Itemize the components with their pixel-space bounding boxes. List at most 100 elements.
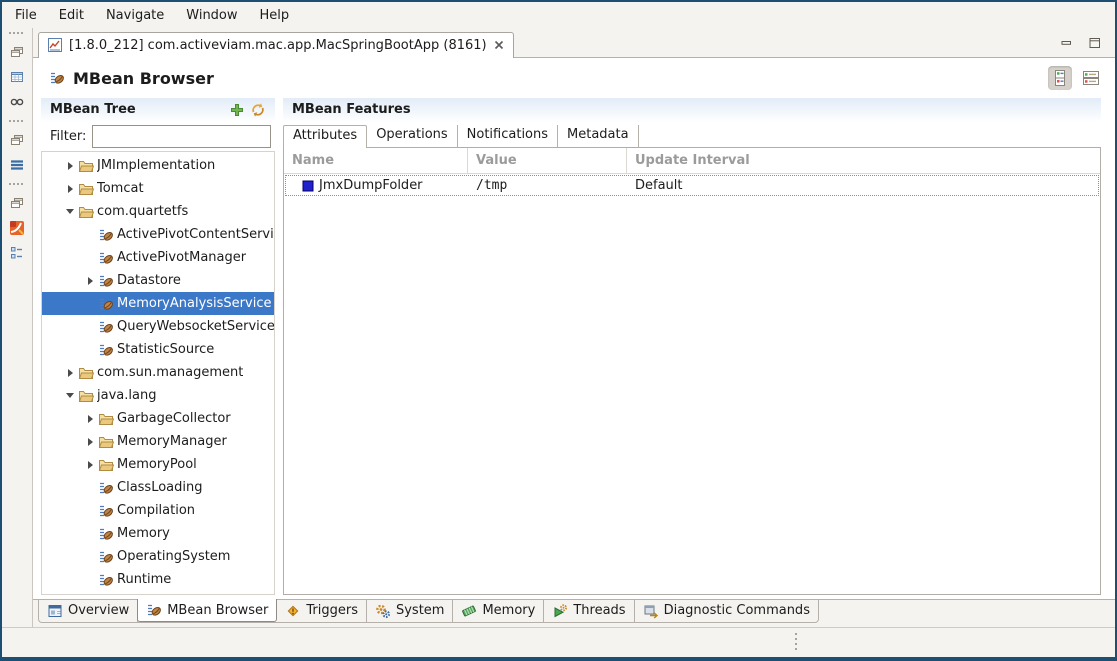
restore-view-icon[interactable] bbox=[9, 132, 25, 148]
grip-handle[interactable] bbox=[9, 183, 25, 185]
tree-item-memoryanalysisservice[interactable]: MemoryAnalysisService bbox=[42, 292, 274, 315]
menu-item-file[interactable]: File bbox=[4, 5, 48, 26]
jvm-browser-icon[interactable] bbox=[9, 220, 25, 236]
mbean-tree-panel: MBean Tree Filter: JMImplementationTomca… bbox=[41, 98, 275, 595]
horizontal-layout-button[interactable] bbox=[1079, 66, 1103, 90]
tree-expanded-arrow-icon[interactable] bbox=[62, 209, 78, 214]
page-tab-overview[interactable]: Overview bbox=[39, 600, 138, 622]
tab-metadata[interactable]: Metadata bbox=[558, 125, 639, 147]
tree-item-jmimplementation[interactable]: JMImplementation bbox=[42, 154, 274, 177]
tab-attributes[interactable]: Attributes bbox=[283, 125, 367, 148]
tree-collapsed-arrow-icon[interactable] bbox=[62, 162, 78, 170]
tree-collapsed-arrow-icon[interactable] bbox=[82, 438, 98, 446]
menu-item-edit[interactable]: Edit bbox=[48, 5, 95, 26]
tree-item-label: GarbageCollector bbox=[117, 411, 231, 426]
tree-item-memorymanager[interactable]: MemoryManager bbox=[42, 430, 274, 453]
tree-item-statisticsource[interactable]: StatisticSource bbox=[42, 338, 274, 361]
menu-item-window[interactable]: Window bbox=[175, 5, 248, 26]
tree-collapsed-arrow-icon[interactable] bbox=[62, 185, 78, 193]
menu-item-help[interactable]: Help bbox=[249, 5, 301, 26]
tree-expanded-arrow-icon[interactable] bbox=[62, 393, 78, 398]
maximize-icon[interactable] bbox=[1087, 35, 1103, 51]
page-tab-label: Triggers bbox=[306, 603, 358, 618]
tree-item-label: com.quartetfs bbox=[97, 204, 188, 219]
filter-input[interactable] bbox=[92, 125, 271, 148]
mbean-icon bbox=[146, 602, 162, 618]
view-controls bbox=[1047, 35, 1115, 57]
refresh-icon[interactable] bbox=[250, 102, 266, 118]
mbean-tree-header: MBean Tree bbox=[41, 98, 275, 121]
attribute-update-interval: Default bbox=[635, 178, 683, 193]
application-window: FileEditNavigateWindowHelp [1.8.0_212] c… bbox=[0, 0, 1117, 661]
tree-item-tomcat[interactable]: Tomcat bbox=[42, 177, 274, 200]
grip-handle[interactable] bbox=[9, 32, 25, 34]
restore-view-icon[interactable] bbox=[9, 195, 25, 211]
vertical-layout-button[interactable] bbox=[1048, 66, 1072, 90]
tree-item-querywebsocketservice[interactable]: QueryWebsocketService bbox=[42, 315, 274, 338]
update-interval-cell: Default bbox=[627, 174, 1100, 197]
properties-view-icon[interactable] bbox=[9, 157, 25, 173]
tab-notifications[interactable]: Notifications bbox=[458, 125, 558, 147]
tree-item-activepivotmanager[interactable]: ActivePivotManager bbox=[42, 246, 274, 269]
page-tab-strip: OverviewMBean Browser Triggers SystemMemor… bbox=[33, 599, 1115, 627]
editor-tab-jvm[interactable]: [1.8.0_212] com.activeviam.mac.app.MacSp… bbox=[38, 32, 514, 58]
tree-item-garbagecollector[interactable]: GarbageCollector bbox=[42, 407, 274, 430]
statusbar-grip[interactable] bbox=[795, 633, 797, 652]
tree-item-label: StatisticSource bbox=[117, 342, 214, 357]
tree-item-memory[interactable]: Memory bbox=[42, 522, 274, 545]
page-tab-memory[interactable]: Memory bbox=[453, 600, 544, 622]
console-view-icon[interactable] bbox=[9, 69, 25, 85]
tree-item-label: ClassLoading bbox=[117, 480, 203, 495]
tree-item-datastore[interactable]: Datastore bbox=[42, 269, 274, 292]
tree-item-label: ActivePivotContentService bbox=[117, 227, 274, 242]
tree-item-operatingsystem[interactable]: OperatingSystem bbox=[42, 545, 274, 568]
tree-item-activepivotcontentservice[interactable]: ActivePivotContentService bbox=[42, 223, 274, 246]
tree-item-label: java.lang bbox=[97, 388, 156, 403]
tree-item-java-lang[interactable]: java.lang bbox=[42, 384, 274, 407]
tree-item-compilation[interactable]: Compilation bbox=[42, 499, 274, 522]
page-tab-mbean-browser[interactable]: MBean Browser bbox=[137, 599, 277, 622]
triggers-icon bbox=[285, 603, 301, 619]
close-icon[interactable] bbox=[493, 39, 505, 51]
minimize-icon[interactable] bbox=[1059, 35, 1075, 51]
tree-item-label: Memory bbox=[117, 526, 170, 541]
page-title: MBean Browser bbox=[73, 69, 214, 88]
page-tab-triggers[interactable]: Triggers bbox=[277, 600, 367, 622]
tree-item-classloading[interactable]: ClassLoading bbox=[42, 476, 274, 499]
form-content: MBean Tree Filter: JMImplementationTomca… bbox=[33, 98, 1115, 599]
editor-tab-bar: [1.8.0_212] com.activeviam.mac.app.MacSp… bbox=[33, 28, 1115, 58]
page-tabs: OverviewMBean Browser Triggers SystemMemor… bbox=[38, 600, 819, 623]
tree-collapsed-arrow-icon[interactable] bbox=[62, 369, 78, 377]
status-bar bbox=[2, 627, 1115, 657]
folder-icon bbox=[98, 457, 114, 473]
system-icon bbox=[375, 603, 391, 619]
page-tab-threads[interactable]: Threads bbox=[544, 600, 634, 622]
attributes-table-body: JmxDumpFolder/tmpDefault bbox=[284, 174, 1100, 197]
mbean-icon bbox=[98, 526, 114, 542]
page-tab-system[interactable]: System bbox=[367, 600, 453, 622]
tree-item-label: MemoryAnalysisService bbox=[117, 296, 271, 311]
column-header-update-interval: Update Interval bbox=[627, 148, 1100, 173]
outline-view-icon[interactable] bbox=[9, 245, 25, 261]
tree-item-com-quartetfs[interactable]: com.quartetfs bbox=[42, 200, 274, 223]
mbean-browser-form: MBean Browser MBean Tree bbox=[33, 58, 1115, 599]
grip-handle[interactable] bbox=[9, 120, 25, 122]
tree-item-memorypool[interactable]: MemoryPool bbox=[42, 453, 274, 476]
tree-item-label: com.sun.management bbox=[97, 365, 243, 380]
page-tab-diagnostic-commands[interactable]: Diagnostic Commands bbox=[635, 600, 818, 622]
tree-item-label: QueryWebsocketService bbox=[117, 319, 274, 334]
tree-collapsed-arrow-icon[interactable] bbox=[82, 415, 98, 423]
mbean-icon bbox=[98, 342, 114, 358]
folder-icon bbox=[98, 434, 114, 450]
tab-operations[interactable]: Operations bbox=[367, 125, 457, 147]
tree-collapsed-arrow-icon[interactable] bbox=[82, 277, 98, 285]
add-icon[interactable] bbox=[229, 102, 245, 118]
menu-item-navigate[interactable]: Navigate bbox=[95, 5, 175, 26]
tree-item-com-sun-management[interactable]: com.sun.management bbox=[42, 361, 274, 384]
table-row-jmxdumpfolder[interactable]: JmxDumpFolder/tmpDefault bbox=[284, 174, 1100, 197]
record-view-icon[interactable] bbox=[9, 94, 25, 110]
editor-tab-title: [1.8.0_212] com.activeviam.mac.app.MacSp… bbox=[69, 38, 487, 53]
restore-view-icon[interactable] bbox=[9, 44, 25, 60]
tree-collapsed-arrow-icon[interactable] bbox=[82, 461, 98, 469]
tree-item-runtime[interactable]: Runtime bbox=[42, 568, 274, 591]
